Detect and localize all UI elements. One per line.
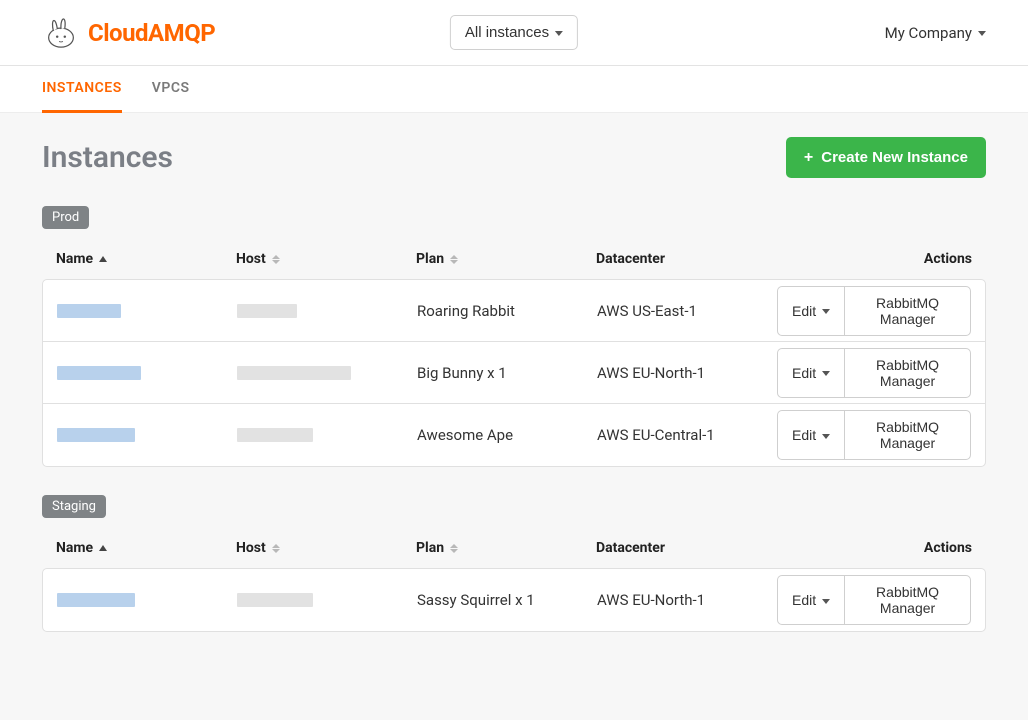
table-header: Name Host Plan Datacenter Actions xyxy=(42,530,986,568)
cell-datacenter: AWS US-East-1 xyxy=(597,302,777,320)
chevron-down-icon xyxy=(822,371,830,376)
group-tag: Staging xyxy=(42,495,106,518)
cell-actions: Edit RabbitMQ Manager xyxy=(777,348,971,398)
cell-datacenter: AWS EU-Central-1 xyxy=(597,426,777,444)
host-placeholder xyxy=(237,428,313,442)
col-name[interactable]: Name xyxy=(56,251,236,267)
table-row: Roaring Rabbit AWS US-East-1 Edit Rabbit… xyxy=(43,280,985,342)
cell-host xyxy=(237,593,417,607)
col-plan[interactable]: Plan xyxy=(416,251,596,267)
instances-filter-label: All instances xyxy=(465,24,549,41)
col-host[interactable]: Host xyxy=(236,540,416,556)
table-row: Sassy Squirrel x 1 AWS EU-North-1 Edit R… xyxy=(43,569,985,631)
host-placeholder xyxy=(237,304,297,318)
col-host[interactable]: Host xyxy=(236,251,416,267)
col-datacenter: Datacenter xyxy=(596,540,776,556)
action-button-group: Edit RabbitMQ Manager xyxy=(777,286,971,336)
cell-plan: Roaring Rabbit xyxy=(417,302,597,320)
rabbitmq-manager-button[interactable]: RabbitMQ Manager xyxy=(844,286,971,336)
name-placeholder xyxy=(57,304,121,318)
col-actions: Actions xyxy=(776,540,972,556)
tab-instances[interactable]: INSTANCES xyxy=(42,66,122,113)
table-row: Big Bunny x 1 AWS EU-North-1 Edit Rabbit… xyxy=(43,342,985,404)
cell-datacenter: AWS EU-North-1 xyxy=(597,591,777,609)
cell-name[interactable] xyxy=(57,366,237,380)
edit-button[interactable]: Edit xyxy=(777,410,844,460)
cell-name[interactable] xyxy=(57,304,237,318)
col-actions: Actions xyxy=(776,251,972,267)
instances-filter-wrap: All instances xyxy=(450,15,578,50)
cell-datacenter: AWS EU-North-1 xyxy=(597,364,777,382)
cell-actions: Edit RabbitMQ Manager xyxy=(777,410,971,460)
sort-icon xyxy=(450,255,458,264)
top-bar: CloudAMQP All instances My Company xyxy=(0,0,1028,66)
cell-name[interactable] xyxy=(57,428,237,442)
instance-group: Prod Name Host Plan Datacenter Actions xyxy=(42,206,986,467)
cell-name[interactable] xyxy=(57,593,237,607)
host-placeholder xyxy=(237,593,313,607)
edit-button[interactable]: Edit xyxy=(777,286,844,336)
chevron-down-icon xyxy=(555,31,563,36)
rabbitmq-manager-button[interactable]: RabbitMQ Manager xyxy=(844,575,971,625)
action-button-group: Edit RabbitMQ Manager xyxy=(777,410,971,460)
name-placeholder xyxy=(57,428,135,442)
cell-plan: Big Bunny x 1 xyxy=(417,364,597,382)
sort-icon xyxy=(450,544,458,553)
cell-actions: Edit RabbitMQ Manager xyxy=(777,286,971,336)
brand-name: CloudAMQP xyxy=(88,19,215,47)
table-body: Roaring Rabbit AWS US-East-1 Edit Rabbit… xyxy=(42,279,986,467)
name-placeholder xyxy=(57,366,141,380)
name-placeholder xyxy=(57,593,135,607)
chevron-down-icon xyxy=(822,599,830,604)
cell-host xyxy=(237,428,417,442)
brand-logo[interactable]: CloudAMQP xyxy=(42,12,215,54)
plus-icon: + xyxy=(804,150,813,166)
create-instance-button[interactable]: + Create New Instance xyxy=(786,137,986,178)
chevron-down-icon xyxy=(978,31,986,36)
page-title: Instances xyxy=(42,140,173,175)
edit-button[interactable]: Edit xyxy=(777,348,844,398)
rabbit-icon xyxy=(42,12,80,54)
group-tag: Prod xyxy=(42,206,89,229)
chevron-down-icon xyxy=(822,434,830,439)
sort-asc-icon xyxy=(99,545,107,551)
action-button-group: Edit RabbitMQ Manager xyxy=(777,348,971,398)
cell-host xyxy=(237,304,417,318)
cell-actions: Edit RabbitMQ Manager xyxy=(777,575,971,625)
host-placeholder xyxy=(237,366,351,380)
rabbitmq-manager-button[interactable]: RabbitMQ Manager xyxy=(844,410,971,460)
instance-group: Staging Name Host Plan Datacenter Action… xyxy=(42,495,986,632)
create-instance-label: Create New Instance xyxy=(821,149,968,166)
company-dropdown[interactable]: My Company xyxy=(885,24,986,42)
col-datacenter: Datacenter xyxy=(596,251,776,267)
sort-icon xyxy=(272,544,280,553)
action-button-group: Edit RabbitMQ Manager xyxy=(777,575,971,625)
sort-icon xyxy=(272,255,280,264)
rabbitmq-manager-button[interactable]: RabbitMQ Manager xyxy=(844,348,971,398)
edit-button[interactable]: Edit xyxy=(777,575,844,625)
tab-vpcs[interactable]: VPCS xyxy=(152,66,190,113)
company-label: My Company xyxy=(885,24,972,42)
instances-filter-dropdown[interactable]: All instances xyxy=(450,15,578,50)
cell-plan: Sassy Squirrel x 1 xyxy=(417,591,597,609)
sort-asc-icon xyxy=(99,256,107,262)
table-body: Sassy Squirrel x 1 AWS EU-North-1 Edit R… xyxy=(42,568,986,632)
page-header: Instances + Create New Instance xyxy=(42,137,986,178)
col-name[interactable]: Name xyxy=(56,540,236,556)
page-content: Instances + Create New Instance Prod Nam… xyxy=(0,113,1028,720)
sub-nav: INSTANCES VPCS xyxy=(0,66,1028,113)
cell-plan: Awesome Ape xyxy=(417,426,597,444)
table-header: Name Host Plan Datacenter Actions xyxy=(42,241,986,279)
chevron-down-icon xyxy=(822,309,830,314)
col-plan[interactable]: Plan xyxy=(416,540,596,556)
cell-host xyxy=(237,366,417,380)
table-row: Awesome Ape AWS EU-Central-1 Edit Rabbit… xyxy=(43,404,985,466)
